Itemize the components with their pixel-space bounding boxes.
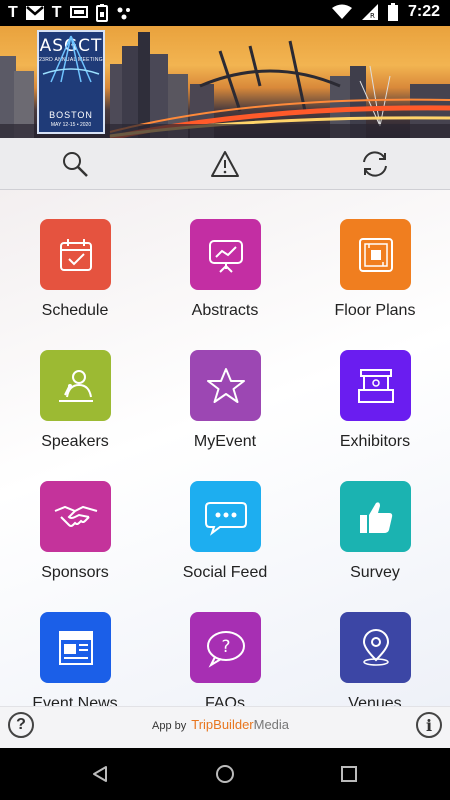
screen-icon	[69, 6, 88, 18]
handshake-icon	[54, 505, 97, 527]
tile-abstracts[interactable]: Abstracts	[150, 190, 300, 321]
presentation-icon	[208, 239, 243, 273]
star-icon	[206, 367, 245, 403]
search-button[interactable]	[59, 148, 91, 180]
tile-label: FAQs	[204, 695, 245, 706]
app-credit: App by TripBuilder Media	[152, 717, 289, 732]
event-logo: ASGCT 23RD ANNUAL MEETING BOSTON MAY 12-…	[37, 30, 105, 134]
recents-square-icon	[341, 766, 357, 782]
alerts-button[interactable]	[209, 148, 241, 180]
search-icon	[63, 152, 88, 177]
tile-floor-plans-icon-bg	[340, 219, 411, 290]
back-triangle-icon	[93, 766, 107, 782]
tile-floor-plans[interactable]: Floor Plans	[300, 190, 450, 321]
tile-label: Event News	[32, 695, 118, 706]
credit-prefix: App by	[152, 720, 187, 732]
tile-exhibitors-icon-bg	[340, 350, 411, 421]
tile-event-news-icon-bg	[40, 612, 111, 683]
newspaper-icon	[58, 630, 93, 665]
alert-icon	[211, 151, 239, 177]
tile-faqs-icon-bg: ?	[190, 612, 261, 683]
tile-myevent-icon-bg	[190, 350, 261, 421]
tile-label: Schedule	[41, 302, 109, 319]
back-button[interactable]	[88, 762, 112, 786]
tile-schedule[interactable]: Schedule	[0, 190, 150, 321]
thumbs-up-icon	[359, 501, 392, 533]
tile-faqs[interactable]: ? FAQs	[150, 583, 300, 706]
t-notification-icon-2: T	[51, 4, 62, 21]
tile-label: Venues	[348, 695, 402, 706]
svg-text:R: R	[370, 12, 375, 20]
status-time: 7:22	[407, 3, 440, 20]
system-nav-bar	[0, 748, 450, 800]
floorplan-icon	[358, 237, 393, 272]
refresh-icon	[363, 151, 387, 177]
tile-exhibitors[interactable]: Exhibitors	[300, 321, 450, 452]
brand-name-part2: Media	[253, 717, 290, 732]
refresh-button[interactable]	[359, 148, 391, 180]
svg-text:?: ?	[221, 637, 230, 657]
home-button[interactable]	[213, 762, 237, 786]
tile-label: Exhibitors	[339, 433, 411, 450]
tile-sponsors[interactable]: Sponsors	[0, 452, 150, 583]
tile-survey[interactable]: Survey	[300, 452, 450, 583]
logo-dates: MAY 12-15 • 2020	[50, 122, 92, 128]
help-button[interactable]: ?	[8, 712, 34, 738]
brand-name-part1: TripBuilder	[191, 717, 254, 732]
tile-sponsors-icon-bg	[40, 481, 111, 552]
battery-saver-icon	[95, 4, 108, 22]
tile-label: MyEvent	[193, 433, 257, 450]
tile-venues[interactable]: Venues	[300, 583, 450, 706]
location-pin-icon	[362, 628, 389, 666]
chat-icon	[204, 501, 247, 536]
calendar-icon	[59, 238, 92, 271]
t-notification-icon: T	[8, 4, 18, 21]
tile-abstracts-icon-bg	[190, 219, 261, 290]
speaker-icon	[58, 369, 93, 402]
tile-label: Sponsors	[41, 564, 109, 581]
menu-grid: Schedule Abstracts Floor Plans Speakers …	[0, 190, 450, 706]
tile-label: Speakers	[41, 433, 109, 450]
booth-icon	[357, 368, 394, 403]
tile-label: Floor Plans	[334, 302, 416, 319]
signal-icon: R	[361, 4, 378, 20]
wifi-icon	[331, 4, 352, 19]
tile-event-news[interactable]: Event News	[0, 583, 150, 706]
tile-label: Abstracts	[191, 302, 259, 319]
status-bar: T T R 7:22	[0, 0, 450, 26]
tile-speakers[interactable]: Speakers	[0, 321, 150, 452]
tile-venues-icon-bg	[340, 612, 411, 683]
app-footer: ? App by TripBuilder Media i	[0, 706, 450, 748]
bridge-logo-icon	[42, 35, 100, 83]
tile-schedule-icon-bg	[40, 219, 111, 290]
tile-myevent[interactable]: MyEvent	[150, 321, 300, 452]
battery-icon	[387, 3, 398, 21]
toolbar	[0, 138, 450, 190]
gmail-icon	[25, 6, 44, 20]
tile-speakers-icon-bg	[40, 350, 111, 421]
tile-social-feed[interactable]: Social Feed	[150, 452, 300, 583]
question-bubble-icon: ?	[206, 630, 245, 668]
assistant-icon	[117, 7, 130, 20]
info-button[interactable]: i	[416, 712, 442, 738]
home-circle-icon	[216, 765, 234, 783]
tile-label: Survey	[350, 564, 400, 581]
tile-label: Social Feed	[182, 564, 268, 581]
event-banner: ASGCT 23RD ANNUAL MEETING BOSTON MAY 12-…	[0, 26, 450, 138]
logo-city: BOSTON	[49, 110, 93, 120]
tile-social-feed-icon-bg	[190, 481, 261, 552]
tile-survey-icon-bg	[340, 481, 411, 552]
recents-button[interactable]	[337, 762, 361, 786]
